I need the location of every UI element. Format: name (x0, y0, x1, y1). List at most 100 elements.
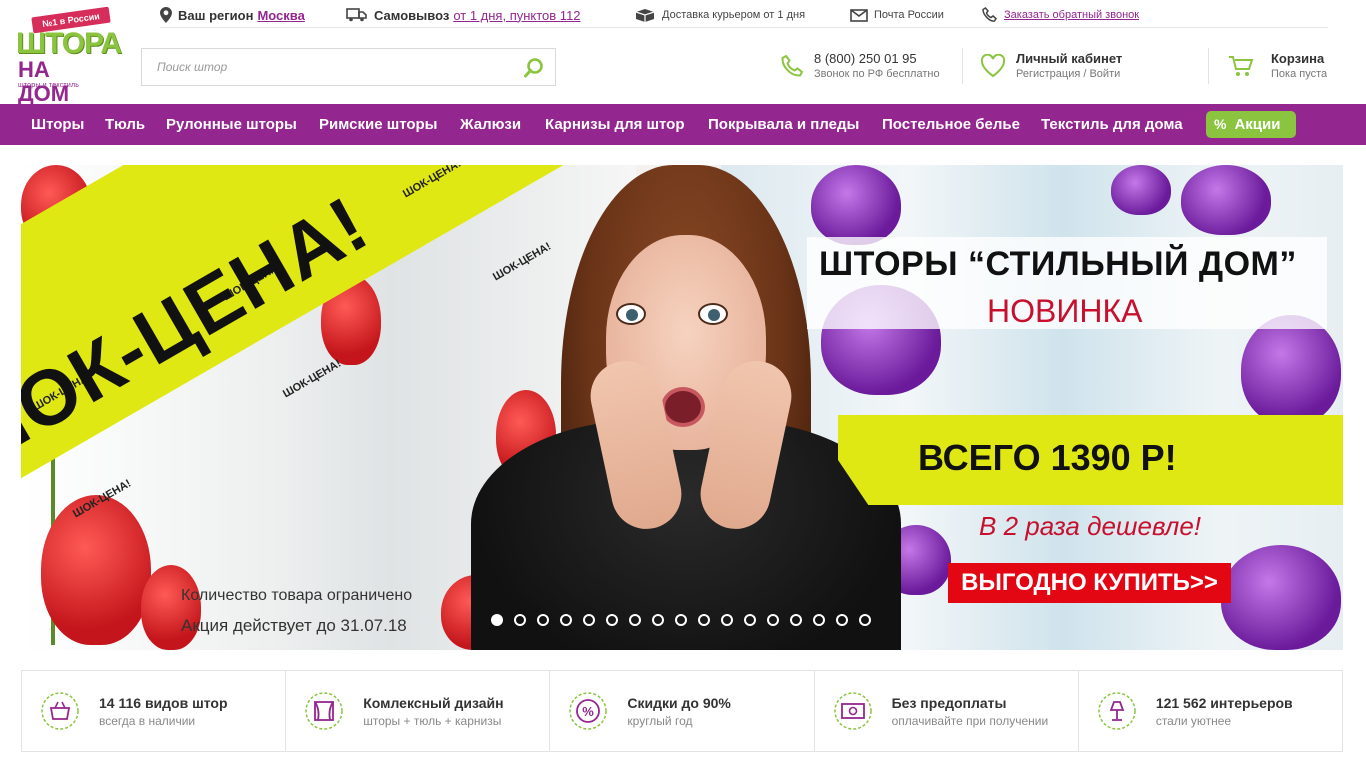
pickup-link[interactable]: от 1 дня, пунктов 112 (453, 8, 580, 23)
cart-title[interactable]: Корзина (1271, 51, 1327, 67)
feature-title: 14 116 видов штор (99, 695, 228, 711)
nav-item-jalousie[interactable]: Жалюзи (460, 104, 521, 145)
slider-dot[interactable] (721, 614, 733, 626)
mail-icon (850, 8, 868, 22)
post-info: Почта России (850, 4, 944, 26)
cart-block[interactable]: Корзина Пока пуста (1227, 48, 1327, 84)
feature-title: Комлексный дизайн (363, 695, 504, 711)
slider-pagination (491, 614, 882, 626)
search-box (141, 48, 556, 86)
nav-item-tulle[interactable]: Тюль (105, 104, 145, 145)
account-sub[interactable]: Регистрация / Войти (1016, 67, 1122, 82)
header-divider (1208, 48, 1209, 84)
callback-link[interactable]: Заказать обратный звонок (1004, 9, 1139, 21)
purple-flower-image (1111, 165, 1171, 215)
limited-stock-note: Количество товара ограничено (181, 587, 413, 604)
promo-button[interactable]: % Акции (1206, 111, 1296, 138)
post-text: Почта России (874, 9, 944, 21)
purple-flower-image (1221, 545, 1341, 650)
feature-subtitle: всегда в наличии (99, 714, 196, 728)
logo-tagline: шторы и текстиль (18, 82, 80, 89)
feature-title: Скидки до 90% (627, 695, 731, 711)
phone-note: Звонок по РФ бесплатно (814, 67, 940, 80)
buy-button[interactable]: ВЫГОДНО КУПИТЬ>> (948, 563, 1231, 603)
nav-item-home-textile[interactable]: Текстиль для дома (1041, 104, 1183, 145)
purple-flower-image (1181, 165, 1271, 235)
banner-subtitle: НОВИНКА (987, 293, 1143, 329)
purple-flower-image (811, 165, 901, 245)
courier-info: Доставка курьером от 1 дня (634, 4, 805, 26)
feature-subtitle: оплачивайте при получении (891, 714, 1049, 728)
phone-icon (982, 7, 997, 22)
slider-dot[interactable] (629, 614, 641, 626)
feature-subtitle: круглый год (627, 714, 693, 728)
slider-dot[interactable] (514, 614, 526, 626)
feature-item: Комлексный дизайн шторы + тюль + карнизы (286, 671, 551, 751)
promo-banner[interactable]: ШОК-ЦЕНА! ШОК-ЦЕНА! ШОК-ЦЕНА! ШОК-ЦЕНА! … (21, 165, 1343, 650)
slider-dot[interactable] (813, 614, 825, 626)
slider-dot[interactable] (790, 614, 802, 626)
pickup-info: Самовывоз от 1 дня, пунктов 112 (346, 4, 581, 26)
cart-status: Пока пуста (1271, 67, 1328, 80)
heart-icon (980, 54, 1006, 78)
slider-dot[interactable] (698, 614, 710, 626)
features-bar: 14 116 видов штор всегда в наличии Комле… (21, 670, 1343, 752)
slider-dot[interactable] (583, 614, 595, 626)
top-info-bar: Ваш регион Москва Самовывоз от 1 дня, пу… (160, 4, 1328, 28)
slider-dot[interactable] (606, 614, 618, 626)
cart-icon (1229, 56, 1254, 76)
curtain-window-icon (305, 692, 343, 730)
banner-cheaper: В 2 раза дешевле! (979, 511, 1202, 541)
slider-dot[interactable] (836, 614, 848, 626)
package-icon (635, 9, 655, 22)
model-mouth-image (661, 387, 705, 427)
nav-item-bedspreads[interactable]: Покрывала и пледы (708, 104, 859, 145)
slider-dot[interactable] (859, 614, 871, 626)
banner-title: ШТОРЫ “СТИЛЬНЫЙ ДОМ” (819, 245, 1297, 283)
phone-number[interactable]: 8 (800) 250 01 95 (814, 51, 940, 67)
basket-icon (41, 692, 79, 730)
feature-subtitle: стали уютнее (1155, 714, 1232, 728)
red-tulip-image (141, 565, 201, 650)
account-block[interactable]: Личный кабинет Регистрация / Войти (980, 48, 1122, 84)
red-tulip-image (41, 495, 151, 645)
percent-badge-icon: % (569, 692, 608, 730)
phone-block[interactable]: 8 (800) 250 01 95 Звонок по РФ бесплатно (780, 48, 940, 84)
search-input[interactable] (142, 49, 512, 85)
nav-item-roman-blinds[interactable]: Римские шторы (319, 104, 438, 145)
header-divider (962, 48, 963, 84)
feature-subtitle: шторы + тюль + карнизы (363, 714, 502, 728)
slider-dot[interactable] (767, 614, 779, 626)
feature-item: Без предоплаты оплачивайте при получении (815, 671, 1079, 751)
lamp-icon (1098, 692, 1136, 730)
feature-item: % Скидки до 90% круглый год (550, 671, 815, 751)
nav-item-curtains[interactable]: Шторы (31, 104, 84, 145)
slider-dot[interactable] (560, 614, 572, 626)
region-label: Ваш регион (178, 7, 254, 23)
slider-dot[interactable] (491, 614, 503, 626)
slider-dot[interactable] (744, 614, 756, 626)
pickup-label: Самовывоз (374, 7, 450, 23)
nav-item-roller-blinds[interactable]: Рулонные шторы (166, 104, 297, 145)
phone-icon (781, 54, 804, 77)
feature-item: 14 116 видов штор всегда в наличии (22, 671, 287, 751)
feature-title: Без предоплаты (891, 695, 1007, 711)
region-link[interactable]: Москва (257, 8, 304, 23)
search-icon[interactable] (523, 57, 545, 79)
feature-item: 121 562 интерьеров стали уютнее (1079, 671, 1342, 751)
main-nav: Шторы Тюль Рулонные шторы Римские шторы … (0, 104, 1366, 145)
callback-info[interactable]: Заказать обратный звонок (982, 4, 1139, 26)
slider-dot[interactable] (537, 614, 549, 626)
promo-deadline-note: Акция действует до 31.07.18 (181, 616, 407, 635)
slider-dot[interactable] (652, 614, 664, 626)
nav-item-bed-linen[interactable]: Постельное белье (882, 104, 1020, 145)
nav-item-curtain-rods[interactable]: Карнизы для штор (545, 104, 685, 145)
slider-dot[interactable] (675, 614, 687, 626)
account-title[interactable]: Личный кабинет (1016, 51, 1122, 67)
model-eye-image (616, 303, 646, 325)
logo-line1: ШТОРА (16, 27, 122, 60)
model-eye-image (698, 303, 728, 325)
site-logo[interactable]: №1 в России ШТОРА НА ДОМ шторы и текстил… (14, 6, 122, 106)
feature-title: 121 562 интерьеров (1155, 695, 1293, 711)
truck-icon (346, 8, 367, 22)
